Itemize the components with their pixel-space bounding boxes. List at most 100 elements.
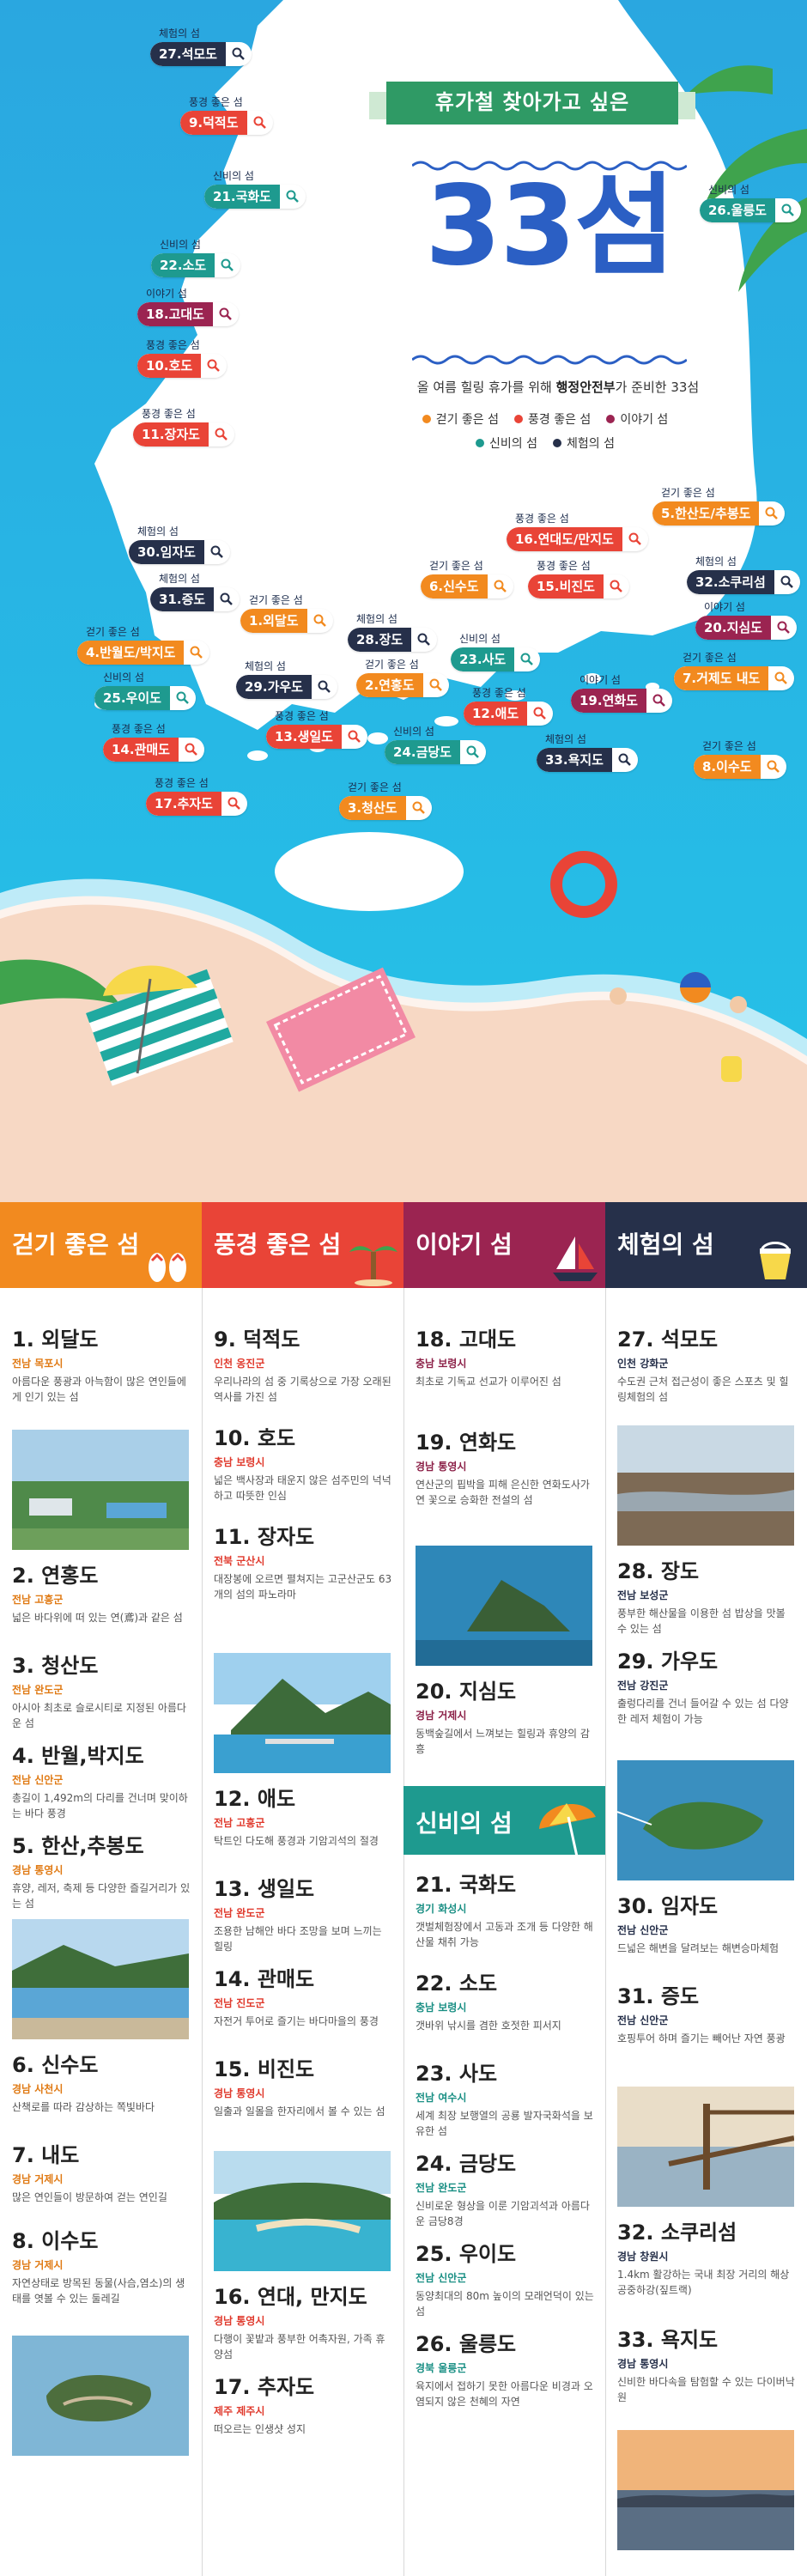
map-tag[interactable]: 신비의 섬 26.울릉도 xyxy=(700,182,801,222)
main-title: 33섬 xyxy=(425,162,676,290)
tag-category: 신비의 섬 xyxy=(103,671,144,683)
island-photo xyxy=(12,1919,189,2039)
tag-category: 걷기 좋은 섬 xyxy=(249,594,303,606)
tag-name: 31.증도 xyxy=(150,587,215,611)
island-description: 일출과 일몰을 한자리에서 볼 수 있는 섬 xyxy=(214,2105,385,2117)
island-region: 인천 강화군 xyxy=(617,1358,669,1370)
map-tag[interactable]: 체험의 섬 30.임자도 xyxy=(129,524,230,564)
island-title: 26. 울릉도 xyxy=(416,2332,517,2356)
island-region: 전남 완도군 xyxy=(416,2182,467,2194)
tag-category: 풍경 좋은 섬 xyxy=(146,339,200,351)
tag-name: 8.이수도 xyxy=(694,755,761,779)
island-description: 조용한 남해안 바다 조망을 보며 느끼는 힐링 xyxy=(214,1925,382,1953)
tag-category: 풍경 좋은 섬 xyxy=(189,96,243,108)
tag-name: 1.외달도 xyxy=(240,609,307,633)
map-tag[interactable]: 신비의 섬 21.국화도 xyxy=(204,168,306,209)
island-title: 30. 임자도 xyxy=(617,1894,719,1918)
search-icon xyxy=(247,111,273,135)
legend-label: 체험의 섬 xyxy=(567,437,615,451)
map-tag[interactable]: 체험의 섬 33.욕지도 xyxy=(537,732,638,772)
island-photo xyxy=(214,1653,391,1773)
island-description: 갯바위 낚시를 겸한 호젓한 피서지 xyxy=(416,2020,561,2032)
map-tag[interactable]: 체험의 섬 29.가우도 xyxy=(236,659,337,699)
section-header-mystery: 신비의 섬 xyxy=(404,1786,605,1857)
map-tag[interactable]: 풍경 좋은 섬 14.관매도 xyxy=(103,721,204,762)
map-tag[interactable]: 이야기 섬 19.연화도 xyxy=(571,672,672,713)
island-entry: 25. 우이도 전남 신안군 동양최대의 80m 높이의 모래언덕이 있는 섬 xyxy=(416,2241,596,2319)
island-title: 1. 외달도 xyxy=(12,1327,99,1352)
island-entry: 32. 소쿠리섬 경남 창원시 1.4km 활강하는 국내 최장 거리의 해상공… xyxy=(617,2220,798,2298)
tag-category: 풍경 좋은 섬 xyxy=(142,408,196,420)
map-tag[interactable]: 이야기 섬 20.지심도 xyxy=(695,599,797,640)
legend-label: 이야기 섬 xyxy=(620,413,669,427)
island-title: 13. 생일도 xyxy=(214,1877,315,1901)
search-icon xyxy=(215,253,240,277)
map-tag[interactable]: 풍경 좋은 섬 15.비진도 xyxy=(528,558,629,598)
tag-name: 33.욕지도 xyxy=(537,748,612,772)
island-photo xyxy=(12,2336,189,2456)
island-description: 육지에서 접하기 못한 아름다운 비경과 오염되지 않은 천혜의 자연 xyxy=(416,2380,593,2408)
map-tag[interactable]: 이야기 섬 18.고대도 xyxy=(137,286,239,326)
palm-tree-icon xyxy=(349,1246,397,1286)
island-entry: 12. 애도 전남 고흥군 탁트인 다도해 풍경과 기암괴석의 절경 xyxy=(214,1786,394,1849)
island-region: 경기 화성시 xyxy=(416,1903,467,1915)
island-photo xyxy=(12,1430,189,1550)
tag-name: 21.국화도 xyxy=(204,185,280,209)
map-tag[interactable]: 풍경 좋은 섬 16.연대도/만지도 xyxy=(507,511,648,551)
map-tag[interactable]: 체험의 섬 28.장도 xyxy=(348,611,438,652)
legend-story: 이야기 섬 xyxy=(606,410,668,428)
map-tag[interactable]: 걷기 좋은 섬 3.청산도 xyxy=(339,780,432,820)
map-tag[interactable]: 풍경 좋은 섬 11.장자도 xyxy=(133,406,234,447)
island-title: 3. 청산도 xyxy=(12,1654,99,1678)
map-tag[interactable]: 신비의 섬 23.사도 xyxy=(451,631,541,671)
map-tag[interactable]: 걷기 좋은 섬 2.연홍도 xyxy=(356,657,449,697)
legend-experience: 체험의 섬 xyxy=(553,434,615,452)
map-tag[interactable]: 걷기 좋은 섬 6.신수도 xyxy=(421,558,513,598)
island-region: 전남 신안군 xyxy=(617,1924,669,1936)
map-tag[interactable]: 풍경 좋은 섬 17.추자도 xyxy=(146,775,247,816)
tag-name: 9.덕적도 xyxy=(180,111,247,135)
island-title: 28. 장도 xyxy=(617,1559,700,1583)
map-tag[interactable]: 풍경 좋은 섬 9.덕적도 xyxy=(180,94,273,135)
map-tag[interactable]: 체험의 섬 27.석모도 xyxy=(150,26,252,66)
map-tag[interactable]: 걷기 좋은 섬 8.이수도 xyxy=(694,738,786,779)
flip-flops-icon xyxy=(149,1253,186,1282)
map-tag[interactable]: 체험의 섬 31.증도 xyxy=(150,571,240,611)
island-region: 인천 옹진군 xyxy=(214,1358,265,1370)
island-description: 탁트인 다도해 풍경과 기암괴석의 절경 xyxy=(214,1835,379,1847)
island-region: 전남 고흥군 xyxy=(12,1594,64,1606)
island-entry: 21. 국화도 경기 화성시 갯벌체험장에서 고동과 조개 등 다양한 해산물 … xyxy=(416,1872,596,1950)
tag-name: 6.신수도 xyxy=(421,574,488,598)
map-tag[interactable]: 걷기 좋은 섬 1.외달도 xyxy=(240,592,333,633)
search-icon xyxy=(646,689,672,713)
island-entry: 3. 청산도 전남 완도군 아시아 최초로 슬로시티로 지정된 아름다운 섬 xyxy=(12,1653,192,1731)
tag-name: 17.추자도 xyxy=(146,792,221,816)
map-tag[interactable]: 걷기 좋은 섬 4.반월도/박지도 xyxy=(77,624,210,665)
search-icon xyxy=(411,628,437,652)
tag-name: 5.한산도/추봉도 xyxy=(652,501,760,526)
map-tag[interactable]: 신비의 섬 22.소도 xyxy=(151,237,241,277)
island-region: 전남 신안군 xyxy=(416,2272,467,2284)
island-photo xyxy=(617,1760,794,1880)
island-region: 전남 신안군 xyxy=(617,2014,669,2026)
island-entry: 30. 임자도 전남 신안군 드넓은 해변을 달려보는 해변승마체험 xyxy=(617,1893,798,1956)
island-region: 경남 통영시 xyxy=(214,2087,265,2099)
island-region: 전남 완도군 xyxy=(214,1907,265,1919)
map-tag[interactable]: 풍경 좋은 섬 13.생일도 xyxy=(266,708,367,749)
island-description: 자연상태로 방목된 동물(사슴,염소)의 생태를 엿볼 수 있는 둘레길 xyxy=(12,2277,185,2305)
tag-category: 신비의 섬 xyxy=(213,170,254,182)
map-tag[interactable]: 체험의 섬 32.소쿠리섬 xyxy=(687,554,800,594)
map-tag[interactable]: 풍경 좋은 섬 10.호도 xyxy=(137,337,228,378)
map-tag[interactable]: 풍경 좋은 섬 12.애도 xyxy=(464,685,554,726)
map-tag[interactable]: 신비의 섬 24.금당도 xyxy=(385,724,486,764)
column-header-story: 이야기 섬 xyxy=(404,1202,605,1288)
map-tag[interactable]: 걷기 좋은 섬 5.한산도/추봉도 xyxy=(652,485,786,526)
map-tag[interactable]: 신비의 섬 25.우이도 xyxy=(94,670,196,710)
island-title: 11. 장자도 xyxy=(214,1525,315,1549)
island-title: 15. 비진도 xyxy=(214,2057,315,2081)
map-tag[interactable]: 걷기 좋은 섬 7.거제도 내도 xyxy=(674,650,795,690)
island-description: 풍부한 해산물을 이용한 섬 밥상을 맛볼 수 있는 섬 xyxy=(617,1607,786,1635)
ribbon-text: 휴가철 찾아가고 싶은 xyxy=(434,90,630,114)
island-map: 휴가철 찾아가고 싶은 33섬 올 여름 힐링 휴가를 위해 행정안전부가 준비… xyxy=(0,0,807,1202)
island-title: 24. 금당도 xyxy=(416,2152,517,2176)
